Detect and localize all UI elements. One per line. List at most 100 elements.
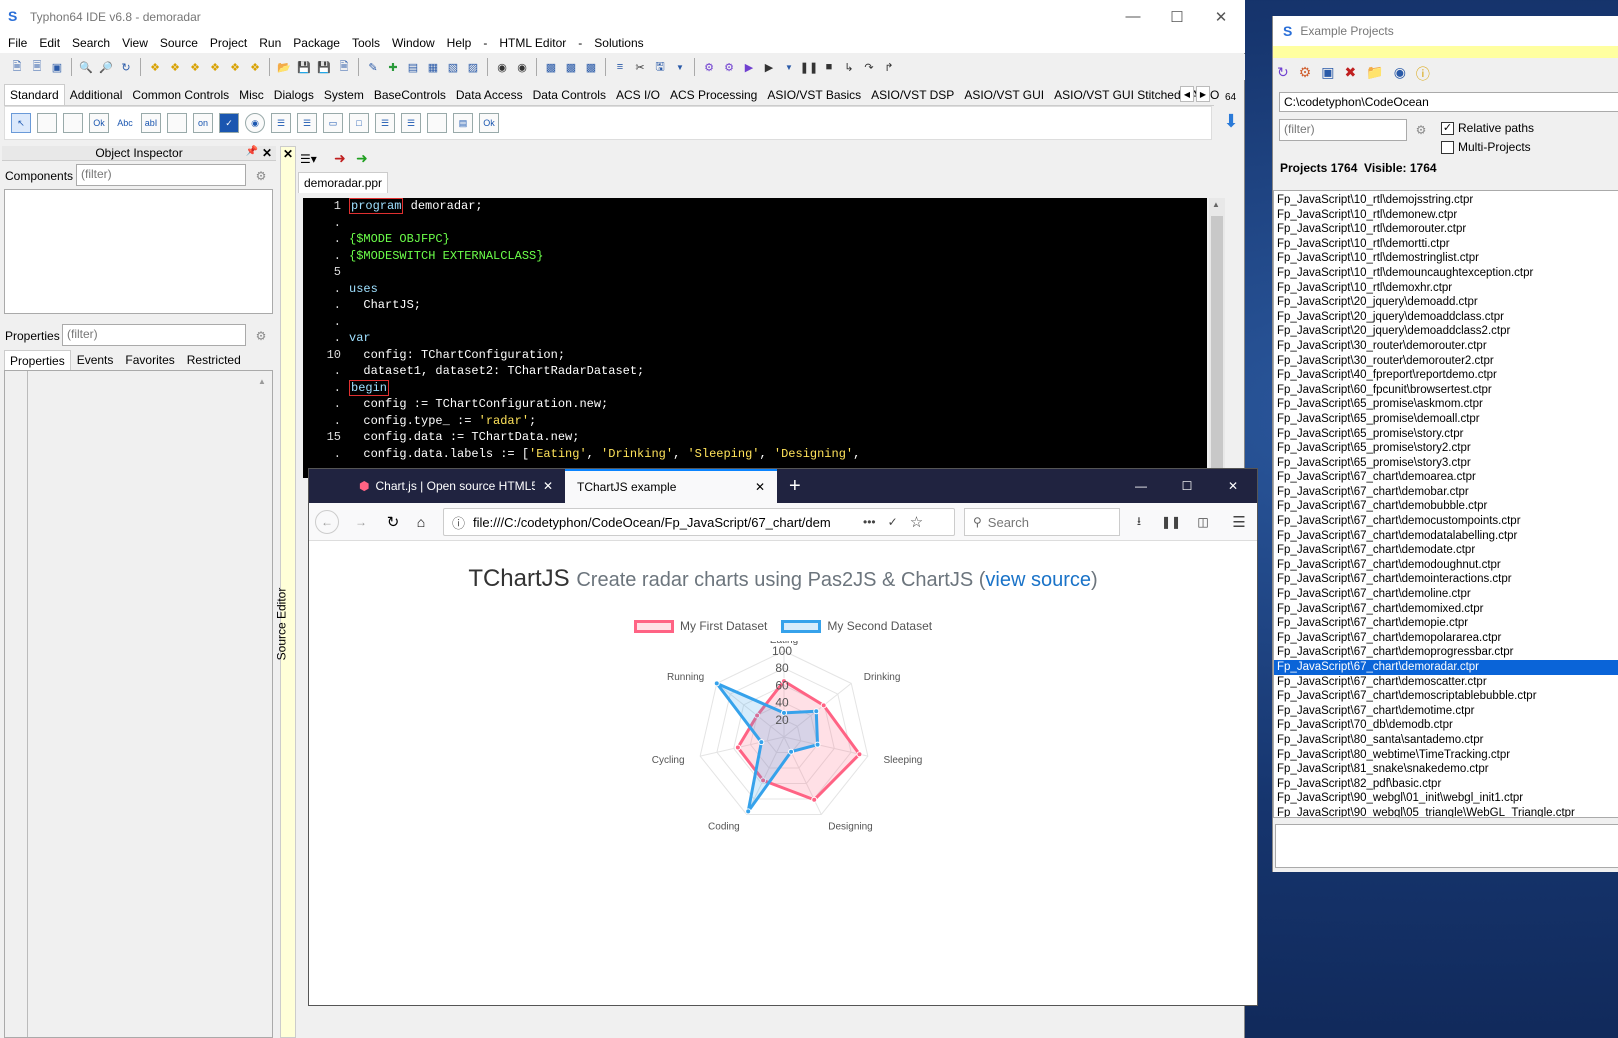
palette-tab-standard[interactable]: Standard bbox=[4, 84, 65, 105]
clear-filter-icon[interactable]: ⚙ bbox=[251, 166, 271, 186]
tab-properties[interactable]: Properties bbox=[4, 350, 71, 371]
scissors-icon[interactable]: ✂ bbox=[631, 58, 649, 76]
radiobutton-component-icon[interactable]: ◉ bbox=[245, 113, 265, 133]
radar-data-point[interactable] bbox=[758, 739, 765, 746]
project-list-item[interactable]: Fp_JavaScript\10_rtl\demortti.ctpr bbox=[1274, 237, 1618, 252]
menu-solutions[interactable]: Solutions bbox=[588, 36, 649, 50]
pointer-tool-icon[interactable]: ↖ bbox=[11, 113, 31, 133]
radar-data-point[interactable] bbox=[788, 748, 795, 755]
popupmenu-component-icon[interactable] bbox=[63, 113, 83, 133]
project-list-item[interactable]: Fp_JavaScript\90_webgl\05_triangle\WebGL… bbox=[1274, 806, 1618, 817]
binoculars-icon[interactable]: ◉ bbox=[1394, 64, 1406, 84]
menu-edit[interactable]: Edit bbox=[33, 36, 66, 50]
actionlist-component-icon[interactable]: Ok bbox=[479, 113, 499, 133]
palette-tab-data-access[interactable]: Data Access bbox=[451, 85, 528, 105]
package-open-icon[interactable]: ❖ bbox=[166, 58, 184, 76]
browser-maximize-button[interactable]: ☐ bbox=[1167, 469, 1207, 503]
project-list-item[interactable]: Fp_JavaScript\67_chart\demopie.ctpr bbox=[1274, 616, 1618, 631]
palette-tab-system[interactable]: System bbox=[319, 85, 369, 105]
combobox-component-icon[interactable]: ☰ bbox=[297, 113, 317, 133]
checkgroup-component-icon[interactable]: ☰ bbox=[401, 113, 421, 133]
file-tab[interactable]: demoradar.ppr bbox=[298, 172, 389, 193]
palette-tab-basecontrols[interactable]: BaseControls bbox=[369, 85, 451, 105]
dropdown-arrow-icon[interactable]: ▼ bbox=[671, 58, 689, 76]
checkbox-checked-icon[interactable]: ✓ bbox=[1441, 121, 1454, 135]
maximize-button[interactable]: ☐ bbox=[1155, 0, 1199, 33]
toggle-form-icon[interactable]: ▦ bbox=[424, 58, 442, 76]
legend-swatch-second[interactable] bbox=[781, 619, 822, 633]
open-project-icon[interactable]: ▣ bbox=[1321, 64, 1334, 84]
palette-tab-additional[interactable]: Additional bbox=[65, 85, 128, 105]
editor-menu-icon[interactable]: ☰▾ bbox=[300, 152, 317, 166]
radar-data-point[interactable] bbox=[813, 708, 820, 715]
button-component-icon[interactable]: Ok bbox=[89, 113, 109, 133]
gears-icon[interactable]: ⚙ bbox=[720, 58, 738, 76]
menu-tools[interactable]: Tools bbox=[346, 36, 386, 50]
browser-tab-tchartjs[interactable]: TChartJS example ✕ bbox=[565, 469, 777, 503]
tools-icon[interactable]: ▩ bbox=[582, 58, 600, 76]
back-icon[interactable]: ← bbox=[315, 510, 339, 534]
tab-favorites[interactable]: Favorites bbox=[119, 350, 180, 371]
memo-component-icon[interactable] bbox=[167, 113, 187, 133]
editor-scrollbar[interactable]: ▲ bbox=[1209, 198, 1225, 478]
menu-search[interactable]: Search bbox=[66, 36, 116, 50]
browser-minimize-button[interactable]: — bbox=[1121, 469, 1161, 503]
clear-filter-icon[interactable]: ⚙ bbox=[1411, 120, 1431, 140]
project-list-item[interactable]: Fp_JavaScript\67_chart\demopolararea.ctp… bbox=[1274, 631, 1618, 646]
project-list-item[interactable]: Fp_JavaScript\67_chart\demobubble.ctpr bbox=[1274, 499, 1618, 514]
checkbox-unchecked-icon[interactable] bbox=[1441, 140, 1454, 154]
close-tab-icon[interactable]: ✕ bbox=[543, 479, 553, 493]
down-arrow-icon[interactable]: ⬇ bbox=[1220, 110, 1242, 132]
project-list-item[interactable]: Fp_JavaScript\67_chart\democustompoints.… bbox=[1274, 514, 1618, 529]
folder-icon[interactable]: 📁 bbox=[1366, 64, 1383, 84]
library-icon[interactable]: ❚❚ bbox=[1161, 512, 1181, 532]
panel-component-icon[interactable] bbox=[427, 113, 447, 133]
tab-order-icon[interactable]: ≡ bbox=[611, 58, 629, 76]
project-filter-input[interactable]: (filter) bbox=[1279, 119, 1407, 141]
project-list-item[interactable]: Fp_JavaScript\67_chart\demomixed.ctpr bbox=[1274, 602, 1618, 617]
build-icon[interactable]: ▩ bbox=[542, 58, 560, 76]
tab-restricted[interactable]: Restricted bbox=[181, 350, 247, 371]
radar-data-point[interactable] bbox=[856, 751, 863, 758]
project-list-item[interactable]: Fp_JavaScript\70_db\demodb.ctpr bbox=[1274, 718, 1618, 733]
address-bar[interactable]: ⓘ file:///C:/codetyphon/CodeOcean/Fp_Jav… bbox=[443, 508, 955, 536]
binoculars-icon[interactable]: ◉ bbox=[493, 58, 511, 76]
refresh-icon[interactable]: ↻ bbox=[1277, 64, 1289, 84]
palette-scroll-left-icon[interactable]: ◀ bbox=[1180, 86, 1194, 102]
radiogroup-component-icon[interactable]: ☰ bbox=[375, 113, 395, 133]
dropdown-arrow-icon[interactable]: ▼ bbox=[780, 58, 798, 76]
project-list-item[interactable]: Fp_JavaScript\10_rtl\demorouter.ctpr bbox=[1274, 222, 1618, 237]
clean-icon[interactable]: ✖ bbox=[1345, 64, 1357, 84]
package-new-icon[interactable]: ❖ bbox=[206, 58, 224, 76]
package-add-icon[interactable]: ❖ bbox=[226, 58, 244, 76]
close-tab-icon[interactable]: ✕ bbox=[755, 480, 765, 494]
pocket-icon[interactable]: ✓ bbox=[888, 515, 898, 529]
radar-data-point[interactable] bbox=[814, 741, 821, 748]
radar-data-point[interactable] bbox=[713, 680, 720, 687]
project-list-item[interactable]: Fp_JavaScript\20_jquery\demoaddclass2.ct… bbox=[1274, 324, 1618, 339]
palette-tab-dialogs[interactable]: Dialogs bbox=[269, 85, 319, 105]
save-all-icon[interactable]: 💾 bbox=[315, 58, 333, 76]
add-to-project-icon[interactable]: ✚ bbox=[384, 58, 402, 76]
properties-filter-input[interactable]: (filter) bbox=[62, 324, 246, 346]
new-file-icon[interactable]: 🗎 bbox=[8, 58, 26, 76]
palette-tab-acs-io[interactable]: ACS I/O bbox=[611, 85, 665, 105]
project-list-item[interactable]: Fp_JavaScript\10_rtl\demojsstring.ctpr bbox=[1274, 193, 1618, 208]
legend-swatch-first[interactable] bbox=[634, 619, 674, 633]
project-list-item[interactable]: Fp_JavaScript\80_webtime\TimeTracking.ct… bbox=[1274, 748, 1618, 763]
scrollbar-component-icon[interactable]: ▭ bbox=[323, 113, 343, 133]
new-form-icon[interactable]: ▣ bbox=[48, 58, 66, 76]
project-list-item[interactable]: Fp_JavaScript\67_chart\demodatalabelling… bbox=[1274, 529, 1618, 544]
project-list-item[interactable]: Fp_JavaScript\67_chart\demoscatter.ctpr bbox=[1274, 675, 1618, 690]
project-list-item[interactable]: Fp_JavaScript\67_chart\demointeractions.… bbox=[1274, 572, 1618, 587]
menu-html-editor[interactable]: HTML Editor bbox=[493, 36, 572, 50]
project-list-item[interactable]: Fp_JavaScript\67_chart\demobar.ctpr bbox=[1274, 485, 1618, 500]
project-list-item[interactable]: Fp_JavaScript\40_fpreport\reportdemo.ctp… bbox=[1274, 368, 1618, 383]
project-list-item[interactable]: Fp_JavaScript\30_router\demorouter2.ctpr bbox=[1274, 354, 1618, 369]
radar-data-point[interactable] bbox=[734, 744, 741, 751]
togglebox-component-icon[interactable]: on bbox=[193, 113, 213, 133]
find-icon[interactable]: 🔍 bbox=[77, 58, 95, 76]
open-file-icon[interactable]: 🗏 bbox=[28, 58, 46, 76]
relative-paths-checkbox[interactable]: ✓ Relative paths bbox=[1441, 121, 1534, 135]
browser-tab-chartjs[interactable]: ⬢ Chart.js | Open source HTML5 C ✕ bbox=[347, 469, 565, 503]
